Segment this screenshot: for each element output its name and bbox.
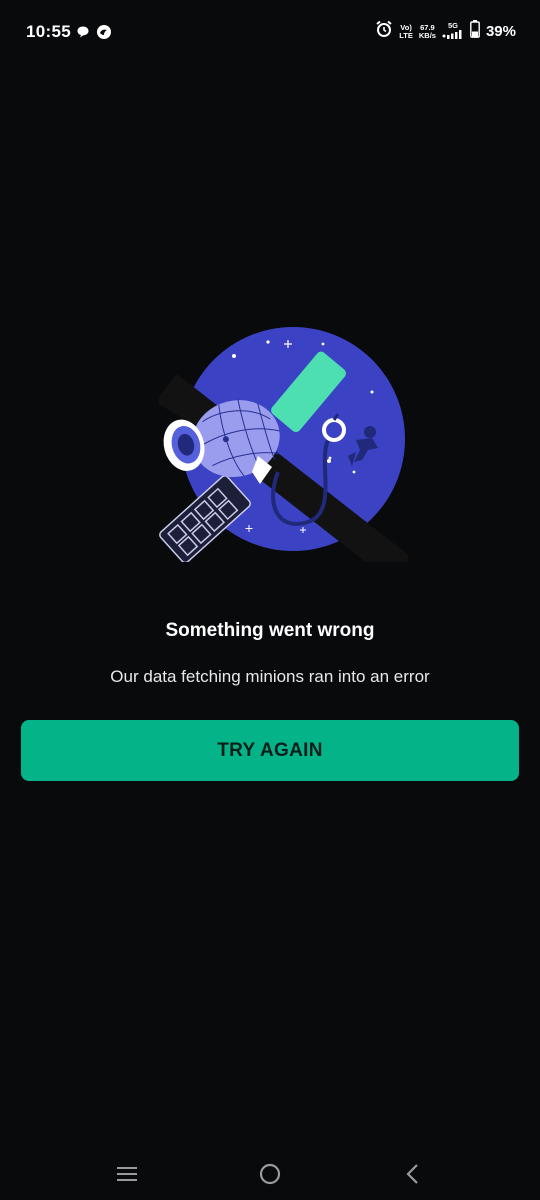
status-left-icons	[76, 24, 112, 45]
alarm-icon	[375, 20, 393, 43]
battery-icon	[470, 20, 480, 43]
home-circle-icon[interactable]	[256, 1160, 284, 1188]
satellite-illustration	[148, 322, 414, 584]
battery-percent: 39%	[485, 23, 516, 40]
status-time: 10:55	[26, 22, 71, 41]
network-label: 5G	[447, 21, 458, 30]
error-subtitle: Our data fetching minions ran into an er…	[110, 667, 430, 686]
chat-bubble-icon	[76, 25, 90, 44]
network-type: 5G	[442, 22, 464, 41]
speed-unit: KB/s	[418, 30, 436, 40]
try-again-button[interactable]: TRY AGAIN	[21, 720, 519, 781]
menu-icon[interactable]	[113, 1160, 141, 1188]
status-bar: 10:55 Vo) LTE 67.9 KB/s 5G 39%	[0, 0, 540, 66]
app-screen: 10:55 Vo) LTE 67.9 KB/s 5G 39% Something…	[0, 0, 540, 1200]
error-title: Something went wrong	[165, 620, 375, 641]
signal-icon	[442, 30, 464, 41]
back-chevron-icon[interactable]	[399, 1160, 427, 1188]
volte-bottom: LTE	[399, 30, 413, 40]
status-right: Vo) LTE 67.9 KB/s 5G 39%	[375, 20, 516, 43]
network-speed: 67.9 KB/s	[418, 23, 436, 40]
sync-circle-icon	[96, 24, 112, 45]
volte-indicator: Vo) LTE	[399, 23, 413, 40]
system-nav-bar	[0, 1146, 540, 1200]
